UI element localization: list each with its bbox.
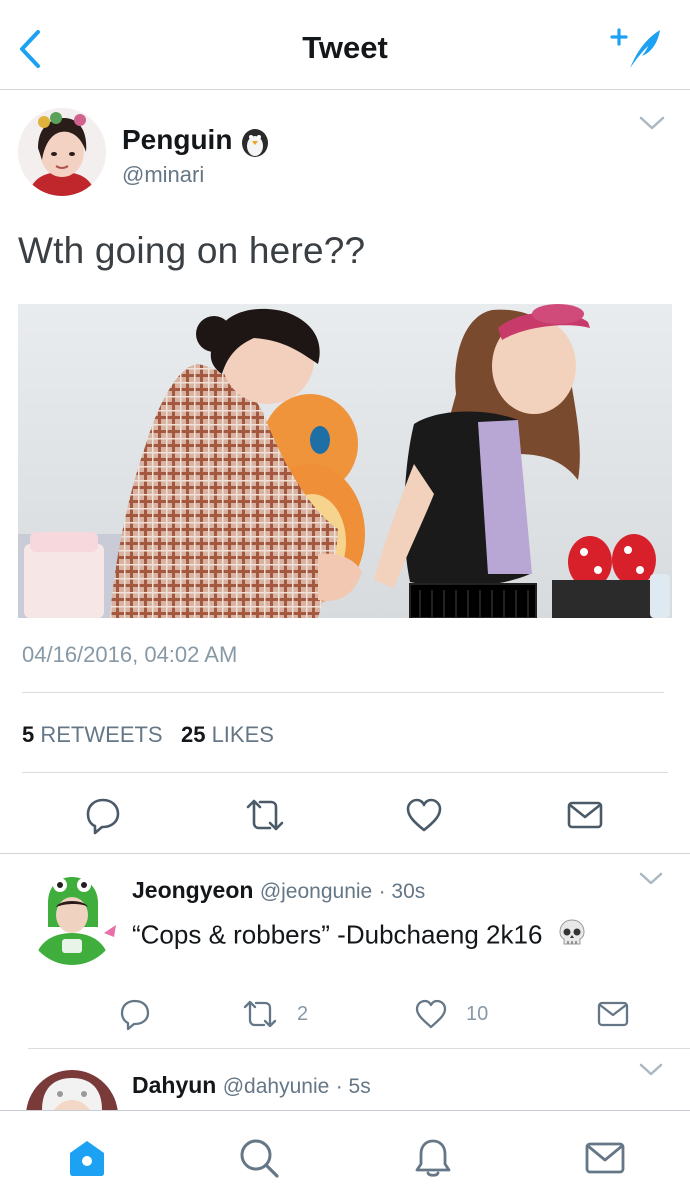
skull-emoji	[556, 917, 588, 956]
direct-message-icon	[597, 1001, 629, 1027]
tweet-text: Wth going on here??	[18, 230, 366, 271]
reply-tweet[interactable]: Jeongyeon @jeongunie · 30s “Cops & robbe…	[0, 855, 690, 1049]
reply-author-name: Dahyun	[132, 1072, 217, 1098]
chevron-down-icon	[639, 116, 665, 130]
like-count: 10	[466, 1003, 489, 1025]
divider	[22, 692, 664, 693]
reply-tweet[interactable]: Dahyun @dahyunie · 5s	[0, 1050, 690, 1112]
retweet-count: 2	[297, 1003, 309, 1025]
reply-author[interactable]: Dahyun @dahyunie · 5s	[132, 1072, 371, 1099]
retweet-button[interactable]	[244, 795, 284, 835]
tweet-media-photo[interactable]	[18, 304, 672, 618]
reply-author-handle: @jeongunie	[259, 880, 373, 903]
reply-icon	[120, 999, 150, 1031]
tab-search[interactable]	[238, 1137, 280, 1179]
bottom-tab-bar	[0, 1110, 690, 1200]
like-icon	[406, 798, 442, 832]
reply-author-handle: @dahyunie	[222, 1075, 330, 1098]
author-handle[interactable]: @minari	[122, 162, 204, 188]
main-tweet: Penguin @minari Wth going on here?? 04/1…	[0, 90, 690, 854]
avatar-image	[18, 108, 106, 196]
notifications-icon	[415, 1139, 451, 1177]
avatar[interactable]	[26, 1070, 118, 1112]
reply-time: · 5s	[335, 1075, 371, 1098]
tab-messages[interactable]	[584, 1137, 626, 1179]
likes-stat[interactable]: 25 LIKES	[181, 722, 274, 747]
reply-author[interactable]: Jeongyeon @jeongunie · 30s	[132, 877, 425, 904]
likes-label: LIKES	[211, 722, 274, 747]
reply-button[interactable]	[83, 795, 123, 835]
retweet-button[interactable]	[242, 997, 277, 1031]
likes-count: 25	[180, 722, 206, 747]
author-name[interactable]: Penguin	[122, 124, 232, 156]
tab-home[interactable]	[66, 1137, 108, 1179]
messages-icon	[585, 1142, 625, 1174]
reply-menu-button[interactable]	[638, 1062, 664, 1078]
direct-message-button[interactable]	[565, 795, 605, 835]
search-icon	[240, 1139, 279, 1178]
penguin-emoji	[238, 124, 272, 158]
reply-time: · 30s	[378, 880, 426, 903]
like-button[interactable]	[414, 997, 448, 1031]
direct-message-button[interactable]	[596, 997, 630, 1031]
reply-menu-button[interactable]	[638, 871, 664, 887]
compose-tweet-button[interactable]	[610, 24, 664, 72]
home-icon	[70, 1141, 104, 1176]
avatar-image	[26, 1070, 118, 1112]
reply-icon	[86, 798, 120, 835]
reply-text-row: “Cops & robbers” -Dubchaeng 2k16	[132, 917, 588, 956]
like-icon	[415, 999, 447, 1029]
tweet-menu-button[interactable]	[638, 114, 666, 132]
direct-message-icon	[567, 801, 603, 829]
avatar-image	[26, 873, 118, 965]
retweet-icon	[243, 1000, 277, 1028]
reply-button[interactable]	[118, 997, 152, 1031]
tab-notifications[interactable]	[412, 1137, 454, 1179]
tweet-timestamp: 04/16/2016, 04:02 AM	[22, 642, 238, 667]
like-button[interactable]	[404, 795, 444, 835]
compose-tweet-icon	[610, 28, 660, 68]
reply-text: “Cops & robbers” -Dubchaeng 2k16	[132, 919, 543, 950]
retweet-icon	[246, 799, 284, 831]
retweets-stat[interactable]: 5 RETWEETS	[22, 722, 163, 747]
retweets-count: 5	[22, 722, 35, 747]
chevron-down-icon	[639, 872, 663, 885]
tweet-stats: 5 RETWEETS 25 LIKES	[22, 722, 274, 748]
avatar[interactable]	[26, 873, 118, 965]
retweets-label: RETWEETS	[40, 722, 163, 747]
tweet-photo	[18, 304, 672, 618]
divider	[28, 1048, 690, 1049]
divider	[22, 772, 668, 773]
avatar[interactable]	[18, 108, 106, 196]
page-title: Tweet	[302, 30, 388, 65]
nav-header: Tweet	[0, 0, 690, 90]
reply-author-name: Jeongyeon	[132, 877, 254, 903]
chevron-down-icon	[639, 1063, 663, 1076]
